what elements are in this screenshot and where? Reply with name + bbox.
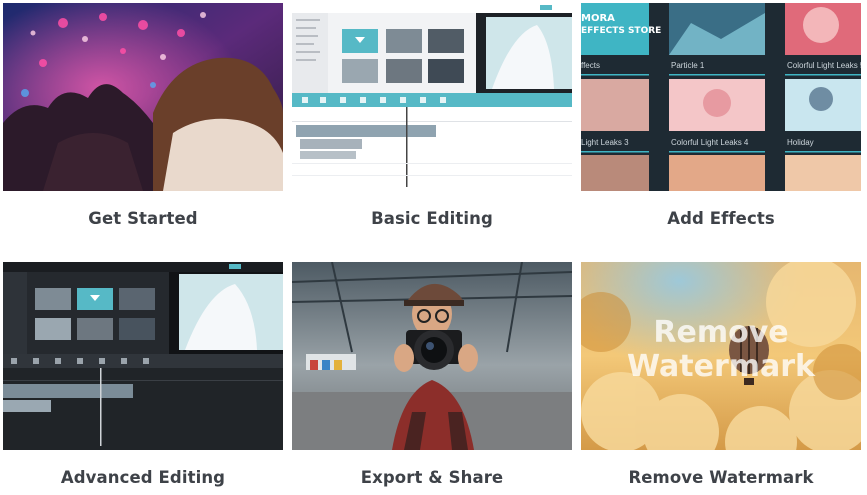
card-title[interactable]: Basic Editing	[292, 209, 572, 228]
thumbnail-basic-editing[interactable]	[292, 3, 572, 191]
card-title[interactable]: Advanced Editing	[3, 468, 283, 487]
effect-label[interactable]: Colorful Light Leaks 5	[787, 61, 861, 70]
effect-label[interactable]: ffects	[581, 61, 600, 70]
card-title[interactable]: Export & Share	[292, 468, 572, 487]
thumbnail-export-share[interactable]	[292, 262, 572, 450]
card-title[interactable]: Get Started	[3, 209, 283, 228]
effect-label[interactable]: Particle 1	[671, 61, 704, 70]
card-title[interactable]: Add Effects	[581, 209, 861, 228]
effect-label[interactable]: Light Leaks 3	[581, 138, 629, 147]
card-title[interactable]: Remove Watermark	[581, 468, 861, 487]
effect-label[interactable]: Colorful Light Leaks 4	[671, 138, 748, 147]
thumbnail-remove-watermark[interactable]: Remove Watermark	[581, 262, 861, 450]
thumbnail-get-started[interactable]	[3, 3, 283, 191]
thumbnail-advanced-editing[interactable]	[3, 262, 283, 450]
effect-label[interactable]: Holiday	[787, 138, 814, 147]
effects-store-banner: MORA EFFECTS STORE	[581, 13, 662, 36]
thumbnail-add-effects[interactable]: MORA EFFECTS STORE ffects Particle 1 Col…	[581, 3, 861, 191]
watermark-text: Remove Watermark	[627, 315, 815, 384]
